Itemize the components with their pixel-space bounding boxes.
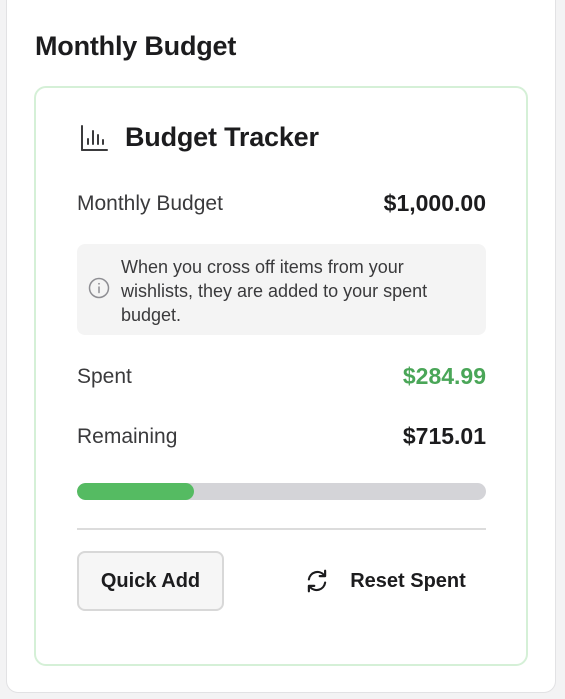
monthly-budget-value: $1,000.00 [383,190,486,216]
remaining-row: Remaining $715.01 [77,423,486,450]
spent-label: Spent [77,364,132,388]
budget-panel: Monthly Budget Budget Tracker Monthly Bu… [6,0,556,693]
bar-chart-icon [79,123,109,153]
refresh-icon [304,568,330,594]
remaining-label: Remaining [77,424,178,448]
monthly-budget-row: Monthly Budget $1,000.00 [77,190,486,217]
budget-progress-bar [77,483,486,500]
info-callout: When you cross off items from your wishl… [77,244,486,335]
reset-spent-button[interactable]: Reset Spent [284,551,486,611]
card-title: Budget Tracker [125,122,319,152]
reset-spent-label: Reset Spent [350,569,466,592]
info-text: When you cross off items from your wishl… [121,257,428,325]
spent-row: Spent $284.99 [77,363,486,390]
quick-add-button[interactable]: Quick Add [77,551,224,611]
section-title: Monthly Budget [35,31,237,61]
card-header: Budget Tracker [79,122,319,153]
remaining-value: $715.01 [402,423,486,449]
monthly-budget-label: Monthly Budget [77,191,223,215]
budget-progress-fill [77,483,194,500]
divider [77,528,486,530]
spent-value: $284.99 [402,363,486,389]
budget-tracker-card: Budget Tracker Monthly Budget $1,000.00 … [34,86,528,666]
